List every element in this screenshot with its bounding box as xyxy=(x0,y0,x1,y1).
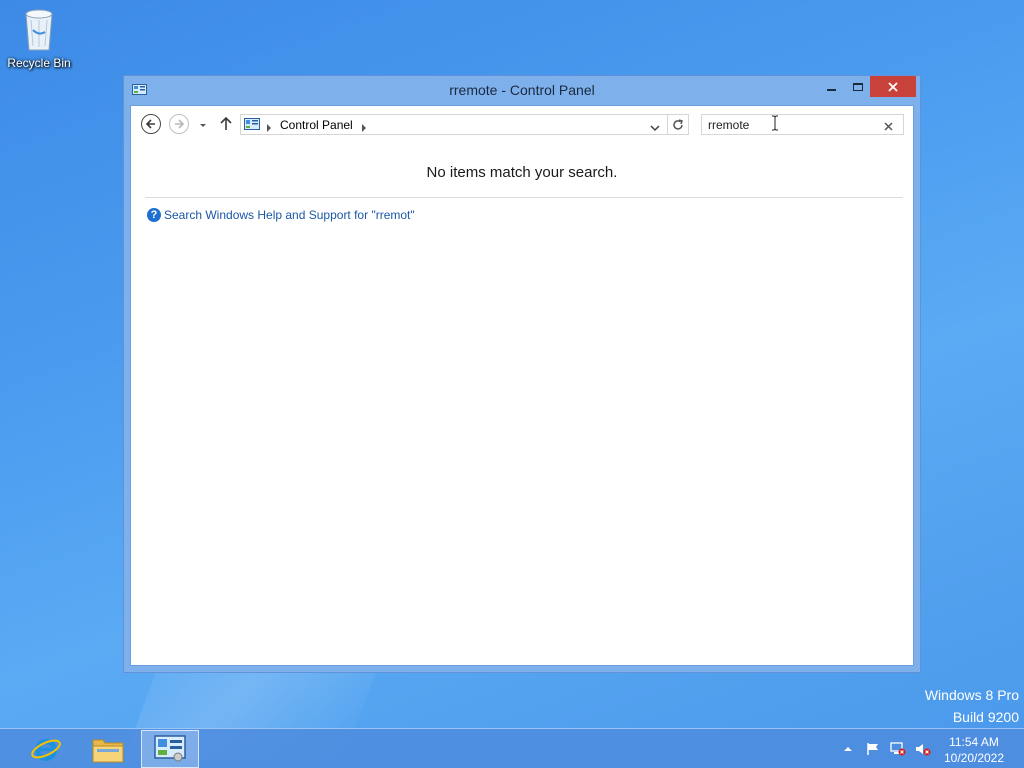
close-icon xyxy=(884,122,893,131)
help-link-label[interactable]: Search Windows Help and Support for "rre… xyxy=(164,208,415,222)
show-hidden-icons-button[interactable] xyxy=(840,741,856,757)
address-bar[interactable]: Control Panel xyxy=(240,114,689,135)
taskbar: 11:54 AM 10/20/2022 xyxy=(0,728,1024,768)
help-support-link[interactable]: ? Search Windows Help and Support for "r… xyxy=(147,208,415,222)
windows-watermark: Windows 8 Pro Build 9200 xyxy=(925,684,1019,728)
divider xyxy=(145,197,903,198)
taskbar-control-panel[interactable] xyxy=(141,730,199,768)
help-icon: ? xyxy=(147,208,161,222)
close-icon xyxy=(888,81,898,92)
recycle-bin-shortcut[interactable]: Recycle Bin xyxy=(6,6,72,70)
chevron-down-icon xyxy=(200,124,206,127)
clear-search-button[interactable] xyxy=(883,119,894,131)
taskbar-internet-explorer[interactable] xyxy=(20,730,72,768)
system-tray xyxy=(840,739,931,759)
control-panel-window[interactable]: rremote - Control Panel Control Panel rr… xyxy=(123,75,921,673)
folder-icon xyxy=(92,739,124,763)
arrow-up-icon xyxy=(220,116,232,130)
recycle-bin-label: Recycle Bin xyxy=(7,56,71,70)
control-panel-icon xyxy=(154,735,186,762)
network-disconnected-icon[interactable] xyxy=(890,741,906,757)
title-bar[interactable]: rremote - Control Panel xyxy=(124,76,920,104)
taskbar-clock[interactable]: 11:54 AM 10/20/2022 xyxy=(938,734,1010,766)
text-cursor-icon xyxy=(771,115,779,131)
maximize-icon xyxy=(853,82,863,91)
arrow-right-icon xyxy=(175,119,185,129)
address-dropdown-button[interactable] xyxy=(649,120,661,132)
forward-button[interactable] xyxy=(169,114,189,134)
chevron-up-icon xyxy=(844,747,852,751)
up-button[interactable] xyxy=(219,115,233,131)
refresh-icon xyxy=(673,119,683,130)
minimize-icon xyxy=(826,88,836,91)
chevron-right-icon[interactable] xyxy=(266,120,272,132)
breadcrumb-control-panel[interactable]: Control Panel xyxy=(280,118,353,132)
back-button[interactable] xyxy=(141,114,161,134)
search-input[interactable] xyxy=(702,115,877,134)
chevron-down-icon xyxy=(650,125,660,132)
taskbar-file-explorer[interactable] xyxy=(80,730,136,768)
volume-muted-icon[interactable] xyxy=(915,741,931,757)
close-button[interactable] xyxy=(870,76,916,97)
search-box[interactable] xyxy=(701,114,904,135)
recent-locations-button[interactable] xyxy=(197,118,209,130)
recycle-bin-icon xyxy=(21,6,57,51)
no-results-message: No items match your search. xyxy=(426,164,618,181)
control-panel-icon xyxy=(244,118,260,131)
build-label: Build 9200 xyxy=(952,709,1019,725)
window-content: Control Panel rremote No items match you… xyxy=(130,105,914,666)
clock-time: 11:54 AM xyxy=(949,735,999,749)
window-title: rremote - Control Panel xyxy=(449,82,595,98)
divider xyxy=(667,115,668,134)
chevron-right-icon[interactable] xyxy=(361,120,367,132)
minimize-button[interactable] xyxy=(821,76,841,97)
refresh-button[interactable] xyxy=(671,118,685,132)
arrow-left-icon xyxy=(145,119,155,129)
edition-label: Windows 8 Pro xyxy=(924,687,1019,703)
action-center-icon[interactable] xyxy=(865,741,881,757)
clock-date: 10/20/2022 xyxy=(943,751,1005,765)
ie-icon xyxy=(31,739,61,761)
maximize-button[interactable] xyxy=(846,76,870,97)
